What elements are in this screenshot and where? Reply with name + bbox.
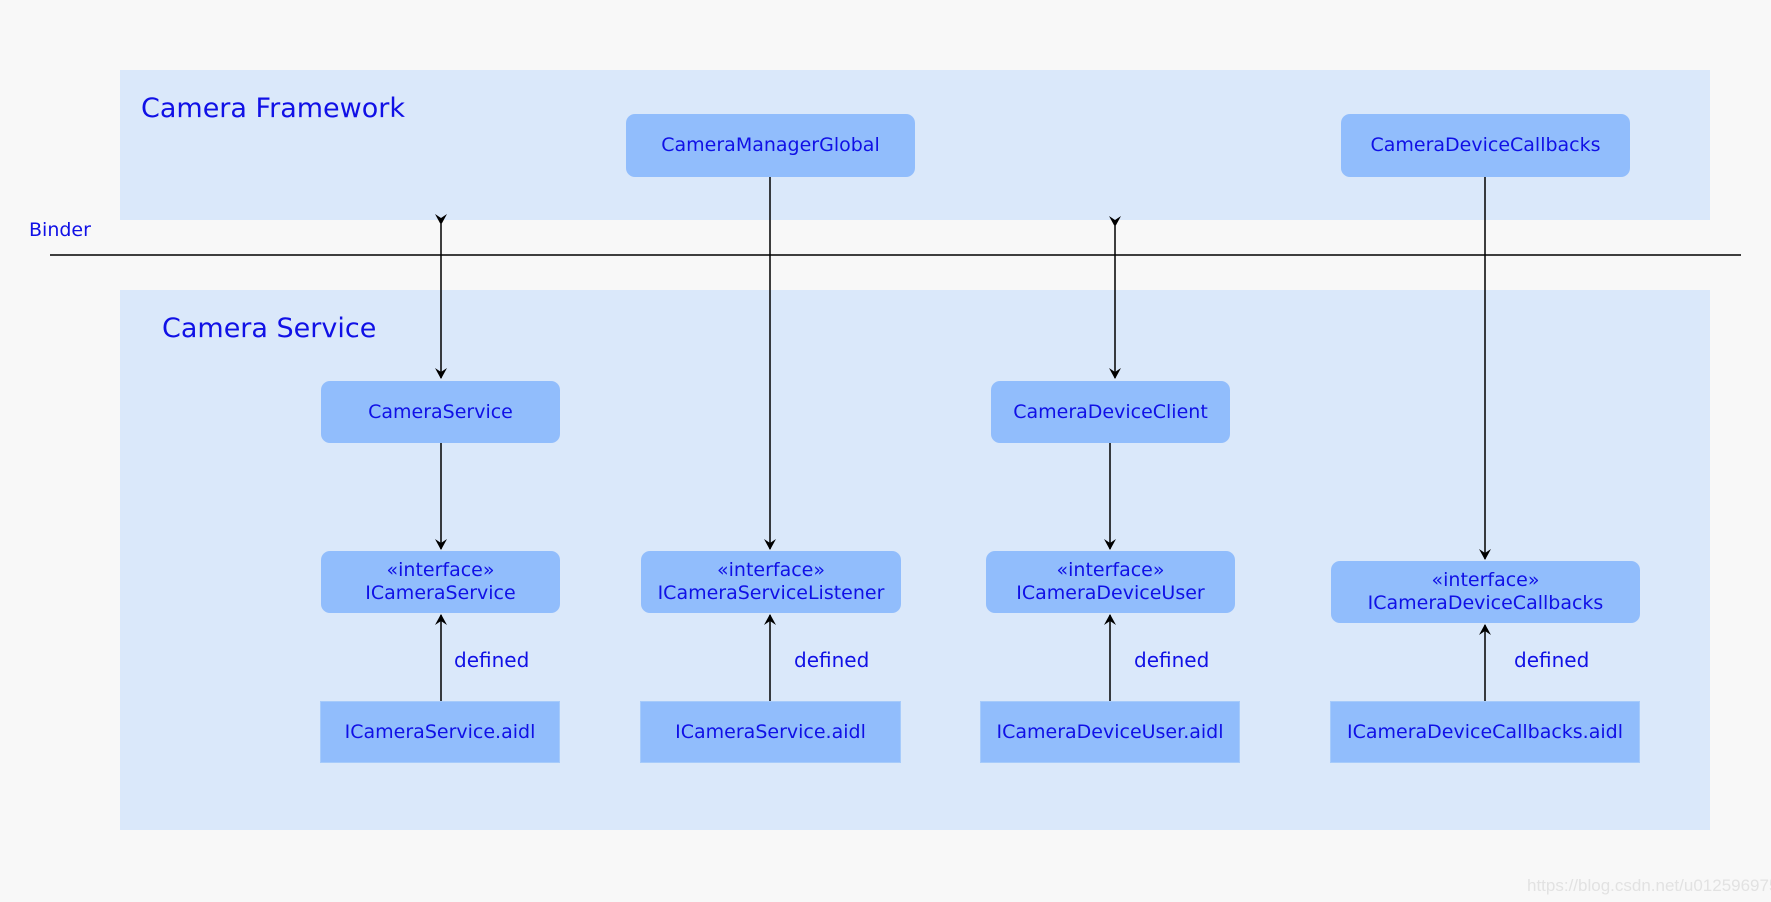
- edge-label-defined: defined: [454, 648, 530, 672]
- node-label: ICameraDeviceUser.aidl: [996, 720, 1224, 743]
- node-label: CameraManagerGlobal: [661, 134, 880, 157]
- node-label: ICameraService: [365, 582, 516, 604]
- node-label: ICameraServiceListener: [657, 582, 885, 604]
- node-label: ICameraDeviceUser: [1016, 582, 1205, 604]
- node-aidl-camera-device-user[interactable]: ICameraDeviceUser.aidl: [980, 701, 1240, 763]
- node-label: ICameraService.aidl: [344, 720, 536, 743]
- node-label: ICameraDeviceCallbacks: [1367, 592, 1604, 614]
- node-aidl-camera-device-callbacks[interactable]: ICameraDeviceCallbacks.aidl: [1330, 701, 1640, 763]
- node-camera-device-client[interactable]: CameraDeviceClient: [991, 381, 1230, 443]
- node-camera-service[interactable]: CameraService: [321, 381, 560, 443]
- node-stereotype: «interface»: [1056, 559, 1165, 582]
- node-stereotype: «interface»: [386, 559, 495, 582]
- node-icamera-service-listener[interactable]: «interface» ICameraServiceListener: [641, 551, 901, 613]
- node-icamera-device-callbacks[interactable]: «interface» ICameraDeviceCallbacks: [1331, 561, 1640, 623]
- node-label: CameraDeviceCallbacks: [1370, 134, 1601, 157]
- watermark: https://blog.csdn.net/u012596975: [1527, 876, 1771, 895]
- node-stereotype: «interface»: [1431, 569, 1540, 592]
- edge-label-defined: defined: [1514, 648, 1590, 672]
- node-stereotype: «interface»: [717, 559, 825, 582]
- node-label: CameraDeviceClient: [1013, 400, 1208, 423]
- node-label: ICameraService.aidl: [675, 720, 866, 743]
- node-icamera-service[interactable]: «interface» ICameraService: [321, 551, 560, 613]
- node-aidl-camera-service-listener[interactable]: ICameraService.aidl: [640, 701, 901, 763]
- node-camera-manager-global[interactable]: CameraManagerGlobal: [626, 114, 915, 177]
- edge-label-defined: defined: [1134, 648, 1210, 672]
- node-label: ICameraDeviceCallbacks.aidl: [1347, 720, 1623, 743]
- node-icamera-device-user[interactable]: «interface» ICameraDeviceUser: [986, 551, 1235, 613]
- edge-label-defined: defined: [794, 648, 870, 672]
- node-camera-device-callbacks[interactable]: CameraDeviceCallbacks: [1341, 114, 1630, 177]
- node-label: CameraService: [368, 400, 513, 423]
- node-aidl-camera-service[interactable]: ICameraService.aidl: [320, 701, 560, 763]
